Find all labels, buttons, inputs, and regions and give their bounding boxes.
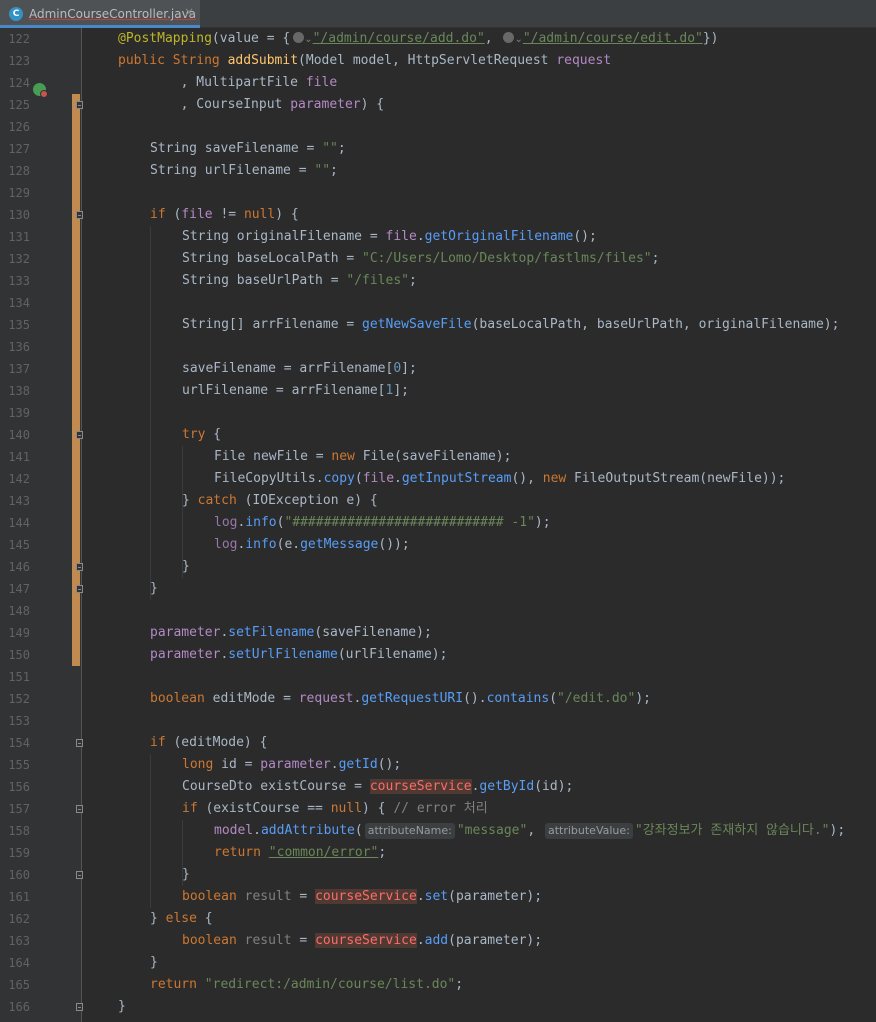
line-number: 129 bbox=[8, 186, 30, 200]
line-number: 162 bbox=[8, 912, 30, 926]
line-number: 155 bbox=[8, 758, 30, 772]
vcs-change-marker[interactable] bbox=[72, 94, 80, 666]
code-line: boolean result = courseService.set(param… bbox=[182, 889, 543, 904]
code-line: } else { bbox=[150, 911, 213, 926]
line-number: 152 bbox=[8, 692, 30, 706]
line-number: 126 bbox=[8, 120, 30, 134]
code-line: File newFile = new File(saveFilename); bbox=[214, 449, 512, 464]
parameter-hint: attributeName: bbox=[364, 823, 455, 839]
line-number: 156 bbox=[8, 780, 30, 794]
line-number: 123 bbox=[8, 54, 30, 68]
parameter-hint: attributeValue: bbox=[544, 823, 633, 839]
line-number: 142 bbox=[8, 472, 30, 486]
code-line: return "common/error"; bbox=[214, 845, 387, 860]
line-number: 135 bbox=[8, 318, 30, 332]
line-number-gutter: 122 123 124 125 126 127 128 129 130 131 132 133 134 1… bbox=[0, 28, 83, 1022]
code-line: model.addAttribute(attributeName: "messag… bbox=[214, 823, 846, 839]
tab-title: AdminCourseController.java bbox=[29, 7, 197, 21]
line-number: 124 bbox=[8, 76, 30, 90]
file-tab[interactable]: C AdminCourseController.java × bbox=[0, 0, 200, 28]
line-number: 134 bbox=[8, 296, 30, 310]
code-line: String urlFilename = ""; bbox=[150, 163, 338, 178]
line-number: 137 bbox=[8, 362, 30, 376]
code-line: String[] arrFilename = getNewSaveFile(ba… bbox=[182, 317, 840, 332]
line-number: 149 bbox=[8, 626, 30, 640]
code-line: parameter.setFilename(saveFilename); bbox=[150, 625, 432, 640]
line-number: 130 bbox=[8, 208, 30, 222]
code-line: if (existCourse == null) { // error 처리 bbox=[182, 801, 488, 816]
code-line: long id = parameter.getId(); bbox=[182, 757, 402, 772]
code-line: } bbox=[182, 867, 190, 882]
line-number: 153 bbox=[8, 714, 30, 728]
line-number: 143 bbox=[8, 494, 30, 508]
line-number: 140 bbox=[8, 428, 30, 442]
line-number: 163 bbox=[8, 934, 30, 948]
line-number: 151 bbox=[8, 670, 30, 684]
line-number: 161 bbox=[8, 890, 30, 904]
code-line: if (file != null) { bbox=[150, 207, 299, 222]
code-line: CourseDto existCourse = courseService.ge… bbox=[182, 779, 574, 794]
code-line: if (editMode) { bbox=[150, 735, 268, 750]
line-number: 164 bbox=[8, 956, 30, 970]
code-line: String originalFilename = file.getOrigin… bbox=[182, 229, 597, 244]
line-number: 144 bbox=[8, 516, 30, 530]
line-number: 166 bbox=[8, 1000, 30, 1014]
code-line: saveFilename = arrFilename[0]; bbox=[182, 361, 417, 376]
line-number: 147 bbox=[8, 582, 30, 596]
code-line: FileCopyUtils.copy(file.getInputStream()… bbox=[214, 471, 786, 486]
code-line: return "redirect:/admin/course/list.do"; bbox=[150, 977, 464, 992]
line-number: 132 bbox=[8, 252, 30, 266]
code-line: } bbox=[118, 999, 126, 1014]
line-number: 133 bbox=[8, 274, 30, 288]
line-number: 150 bbox=[8, 648, 30, 662]
line-number: 165 bbox=[8, 978, 30, 992]
code-line: @PostMapping(value = {⌄"/admin/course/ad… bbox=[118, 31, 719, 46]
line-number: 122 bbox=[8, 32, 30, 46]
indent-guide bbox=[150, 226, 151, 600]
editor-tab-bar: C AdminCourseController.java × bbox=[0, 0, 876, 28]
code-line: parameter.setUrlFilename(urlFilename); bbox=[150, 647, 448, 662]
code-line: } bbox=[150, 581, 158, 596]
line-number: 125 bbox=[8, 98, 30, 112]
code-editor[interactable]: @PostMapping(value = {⌄"/admin/course/ad… bbox=[82, 28, 876, 1022]
code-line: try { bbox=[182, 427, 222, 442]
run-gutter-icon[interactable] bbox=[33, 83, 48, 98]
code-line: log.info(e.getMessage()); bbox=[214, 537, 410, 552]
code-line: String baseLocalPath = "C:/Users/Lomo/De… bbox=[182, 251, 660, 266]
line-number: 157 bbox=[8, 802, 30, 816]
close-tab-icon[interactable]: × bbox=[184, 5, 194, 19]
code-line: urlFilename = arrFilename[1]; bbox=[182, 383, 409, 398]
line-number: 131 bbox=[8, 230, 30, 244]
code-line: boolean editMode = request.getRequestURI… bbox=[150, 691, 651, 706]
line-number: 148 bbox=[8, 604, 30, 618]
code-line: boolean result = courseService.add(param… bbox=[182, 933, 543, 948]
line-number: 136 bbox=[8, 340, 30, 354]
code-line: } catch (IOException e) { bbox=[182, 493, 378, 508]
indent-guide bbox=[150, 754, 151, 908]
code-line: String baseUrlPath = "/files"; bbox=[182, 273, 417, 288]
line-number: 160 bbox=[8, 868, 30, 882]
line-number: 138 bbox=[8, 384, 30, 398]
line-number: 141 bbox=[8, 450, 30, 464]
code-line: , MultipartFile file bbox=[118, 75, 338, 90]
web-endpoint-icon[interactable] bbox=[293, 32, 305, 43]
code-line: } bbox=[150, 955, 158, 970]
code-line: String saveFilename = ""; bbox=[150, 141, 346, 156]
code-line: } bbox=[182, 559, 190, 574]
line-number: 146 bbox=[8, 560, 30, 574]
code-line: public String addSubmit(Model model, Htt… bbox=[118, 53, 612, 68]
java-class-icon: C bbox=[9, 7, 23, 21]
line-number: 128 bbox=[8, 164, 30, 178]
line-number: 139 bbox=[8, 406, 30, 420]
web-endpoint-icon[interactable] bbox=[503, 32, 515, 43]
line-number: 158 bbox=[8, 824, 30, 838]
line-number: 127 bbox=[8, 142, 30, 156]
line-number: 159 bbox=[8, 846, 30, 860]
line-number: 154 bbox=[8, 736, 30, 750]
line-number: 145 bbox=[8, 538, 30, 552]
code-line: , CourseInput parameter) { bbox=[118, 97, 385, 112]
code-line: log.info("########################### -1… bbox=[214, 515, 551, 530]
